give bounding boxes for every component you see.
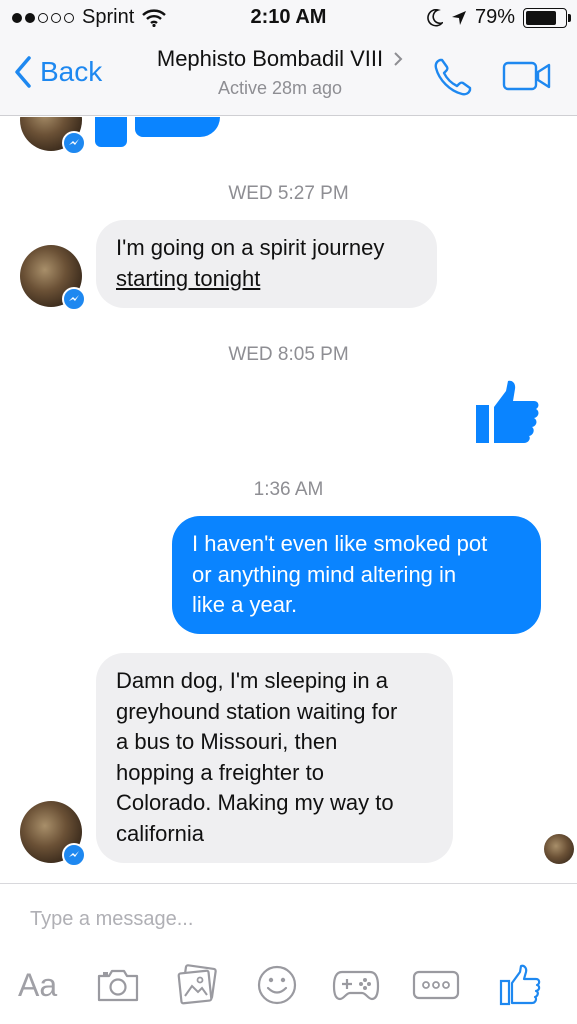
games-button[interactable]	[332, 962, 380, 1008]
outgoing-message-bubble[interactable]: I haven't even like smoked pot or anythi…	[172, 516, 541, 634]
message-text: I'm going on a spirit journey	[116, 235, 385, 260]
contact-avatar[interactable]	[20, 245, 86, 311]
timestamp: WED 8:05 PM	[228, 344, 349, 365]
message-text: or anything mind altering in	[192, 561, 457, 587]
read-receipt-avatar	[544, 834, 574, 864]
messenger-badge-icon	[62, 843, 86, 867]
phone-icon	[434, 58, 472, 96]
messenger-badge-icon	[62, 287, 86, 311]
do-not-disturb-moon-icon	[427, 8, 443, 27]
contact-info[interactable]: Mephisto Bombadil VIII Active 28m ago	[130, 46, 430, 99]
emoji-icon	[257, 965, 297, 1005]
like-icon	[499, 964, 541, 1006]
conversation-header: Back Mephisto Bombadil VIII Active 28m a…	[0, 38, 577, 116]
status-bar: Sprint 2:10 AM 79%	[0, 0, 577, 38]
battery-percentage: 79%	[474, 6, 515, 28]
contact-avatar[interactable]	[20, 117, 86, 155]
message-text: I haven't even like smoked pot	[192, 531, 488, 556]
incoming-message-bubble[interactable]: Damn dog, I'm sleeping in a greyhound st…	[96, 653, 453, 863]
composer-toolbar: Aa	[0, 962, 577, 1012]
camera-button[interactable]	[96, 962, 140, 1008]
chevron-right-icon	[394, 52, 403, 66]
like-button[interactable]	[498, 962, 542, 1008]
contact-status: Active 28m ago	[217, 78, 343, 98]
battery-icon	[523, 7, 571, 28]
text-style-icon: Aa	[18, 966, 58, 1003]
more-icon	[412, 970, 460, 1000]
more-button[interactable]	[412, 962, 460, 1008]
message-text: like a year.	[192, 592, 298, 617]
composer: Aa	[0, 883, 577, 1024]
photo-gallery-icon	[177, 964, 217, 1005]
incoming-message-bubble[interactable]: I'm going on a spirit journey starting t…	[96, 220, 437, 308]
timestamp: WED 5:27 PM	[228, 183, 349, 204]
message-text: hopping a freighter to	[116, 759, 324, 785]
contact-avatar[interactable]	[20, 801, 86, 867]
previous-message-bubble[interactable]	[135, 117, 220, 137]
message-text-link[interactable]: starting tonight	[116, 264, 417, 295]
emoji-button[interactable]	[256, 962, 298, 1008]
camera-icon	[97, 969, 139, 1002]
video-call-button[interactable]	[502, 60, 552, 97]
message-text: california	[116, 820, 205, 846]
location-arrow-icon	[451, 10, 466, 25]
contact-name: Mephisto Bombadil VIII	[156, 46, 384, 71]
video-camera-icon	[502, 61, 551, 91]
previous-message-bubble[interactable]	[95, 117, 127, 147]
message-input[interactable]	[30, 908, 530, 931]
message-text: a bus to Missouri, then	[116, 729, 338, 754]
chevron-left-icon	[15, 56, 31, 88]
call-button[interactable]	[432, 56, 474, 103]
status-right: 79%	[427, 6, 571, 29]
message-text: Colorado. Making my way to	[116, 790, 394, 815]
text-style-button[interactable]: Aa	[18, 962, 57, 1008]
game-controller-icon	[332, 970, 380, 1001]
message-text: greyhound station waiting for	[116, 698, 398, 724]
thumbs-up-icon	[476, 380, 539, 443]
like-sticker[interactable]	[476, 379, 540, 450]
gallery-button[interactable]	[176, 962, 220, 1008]
battery-fill	[526, 10, 557, 25]
timestamp: 1:36 AM	[253, 479, 324, 500]
messenger-badge-icon	[62, 131, 86, 155]
message-text: Damn dog, I'm sleeping in a	[116, 668, 389, 693]
back-button[interactable]: Back	[14, 56, 102, 88]
back-label: Back	[40, 56, 103, 87]
message-list[interactable]: WED 5:27 PM I'm going on a spirit journe…	[0, 117, 577, 883]
